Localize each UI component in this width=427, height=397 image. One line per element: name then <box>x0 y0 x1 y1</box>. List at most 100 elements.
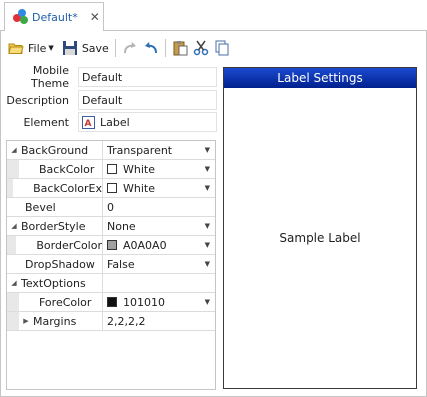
save-button[interactable]: Save <box>62 38 109 58</box>
toolbar: File ▼ Save <box>8 38 230 58</box>
dropdown-arrow-icon[interactable]: ▼ <box>205 241 210 249</box>
dropdown-arrow-icon[interactable]: ▼ <box>205 222 210 230</box>
element-row: Element A Label <box>0 112 217 132</box>
property-value: A0A0A0 <box>123 238 167 252</box>
property-name-cell: DropShadow <box>7 255 103 273</box>
color-swatch <box>107 183 117 193</box>
chevron-down-icon: ▼ <box>48 44 54 52</box>
property-name-cell: ForeColor <box>7 293 103 311</box>
open-folder-icon <box>8 43 24 54</box>
undo-button[interactable] <box>143 38 159 58</box>
property-name: Bevel <box>25 200 56 214</box>
property-value: White <box>123 162 155 176</box>
dropdown-arrow-icon[interactable]: ▼ <box>205 146 210 154</box>
property-value-cell[interactable]: 0 <box>103 198 215 216</box>
indent <box>7 293 19 311</box>
property-value-cell[interactable]: 101010 ▼ <box>103 293 215 311</box>
property-grid: ◢ BackGround Transparent ▼ BackColor Whi… <box>6 140 216 390</box>
description-label: Description <box>6 93 69 107</box>
property-value-cell[interactable]: White ▼ <box>103 179 215 197</box>
paste-button[interactable] <box>172 38 188 58</box>
property-row-backcolor[interactable]: BackColor White ▼ <box>7 160 215 179</box>
file-menu-button[interactable]: File ▼ <box>8 38 54 58</box>
property-name-cell: BackColorEx <box>7 179 103 197</box>
svg-text:A: A <box>85 119 92 129</box>
save-label: Save <box>81 41 109 55</box>
label-preview-panel: Label Settings Sample Label <box>223 67 417 389</box>
property-value: 2,2,2,2 <box>107 314 146 328</box>
property-value-cell[interactable]: 2,2,2,2 <box>103 312 215 330</box>
property-value-cell[interactable]: White ▼ <box>103 160 215 178</box>
document-tabstrip: Default* ✕ <box>0 0 427 31</box>
indent <box>7 236 17 254</box>
collapse-icon[interactable]: ◢ <box>7 279 21 287</box>
redo-button[interactable] <box>122 38 138 58</box>
property-value-cell[interactable]: Transparent ▼ <box>103 141 215 159</box>
label-element-icon: A <box>82 115 95 129</box>
property-name-cell: ◢ BorderStyle <box>7 217 103 235</box>
property-value-cell[interactable]: A0A0A0 ▼ <box>103 236 215 254</box>
property-name-cell: ◢ BackGround <box>7 141 103 159</box>
property-name: BorderColor <box>36 238 102 252</box>
preview-body: Sample Label <box>224 88 416 388</box>
dropdown-arrow-icon[interactable]: ▼ <box>205 298 210 306</box>
property-name: TextOptions <box>21 276 86 290</box>
undo-icon <box>144 42 157 54</box>
dropdown-arrow-icon[interactable]: ▼ <box>205 184 210 192</box>
property-row-textoptions[interactable]: ◢ TextOptions <box>7 274 215 293</box>
property-name: BackColorEx <box>33 181 102 195</box>
element-label: Element <box>23 115 69 129</box>
description-field[interactable]: Default <box>78 90 217 110</box>
sample-label: Sample Label <box>279 231 361 245</box>
dropdown-arrow-icon[interactable]: ▼ <box>205 165 210 173</box>
dropdown-arrow-icon[interactable]: ▼ <box>205 260 210 268</box>
property-row-background[interactable]: ◢ BackGround Transparent ▼ <box>7 141 215 160</box>
property-value-cell[interactable]: None ▼ <box>103 217 215 235</box>
expand-icon[interactable]: ▶ <box>19 317 33 325</box>
property-name-cell: Bevel <box>7 198 103 216</box>
cut-button[interactable] <box>193 38 209 58</box>
property-row-margins[interactable]: ▶ Margins 2,2,2,2 <box>7 312 215 331</box>
element-value: Label <box>100 115 130 129</box>
app-logo-icon <box>13 9 29 25</box>
mobile-theme-field[interactable]: Default <box>78 67 217 87</box>
property-name: BackGround <box>21 143 89 157</box>
property-name: Margins <box>33 314 77 328</box>
indent <box>7 160 19 178</box>
property-name: ForeColor <box>39 295 92 309</box>
property-name-cell: BorderColor <box>7 236 103 254</box>
property-name-cell: BackColor <box>7 160 103 178</box>
property-value: 101010 <box>123 295 165 309</box>
description-row: Description Default <box>0 90 217 110</box>
property-name-cell: ▶ Margins <box>7 312 103 330</box>
property-name-cell: ◢ TextOptions <box>7 274 103 292</box>
color-swatch <box>107 240 117 250</box>
property-name: BorderStyle <box>21 219 86 233</box>
description-value: Default <box>82 93 123 107</box>
element-field[interactable]: A Label <box>78 112 217 132</box>
property-row-bevel[interactable]: Bevel 0 <box>7 198 215 217</box>
property-row-bordercolor[interactable]: BorderColor A0A0A0 ▼ <box>7 236 215 255</box>
cut-icon <box>193 40 209 56</box>
mobile-theme-label: Mobile Theme <box>31 64 69 90</box>
property-value: Transparent <box>107 143 173 157</box>
collapse-icon[interactable]: ◢ <box>7 222 21 230</box>
property-row-dropshadow[interactable]: DropShadow False ▼ <box>7 255 215 274</box>
tab-default[interactable]: Default* ✕ <box>4 2 104 31</box>
property-value-cell[interactable]: False ▼ <box>103 255 215 273</box>
close-icon[interactable]: ✕ <box>90 10 100 24</box>
color-swatch <box>107 297 117 307</box>
paste-icon <box>173 41 188 56</box>
copy-button[interactable] <box>214 38 230 58</box>
property-row-forecolor[interactable]: ForeColor 101010 ▼ <box>7 293 215 312</box>
property-name: DropShadow <box>25 257 95 271</box>
toolbar-separator <box>164 39 166 57</box>
property-value-cell[interactable] <box>103 274 215 292</box>
tab-title: Default* <box>32 10 78 24</box>
redo-icon <box>123 42 136 54</box>
property-row-backcolorex[interactable]: BackColorEx White ▼ <box>7 179 215 198</box>
mobile-theme-value: Default <box>82 70 123 84</box>
property-row-borderstyle[interactable]: ◢ BorderStyle None ▼ <box>7 217 215 236</box>
property-name: BackColor <box>39 162 95 176</box>
collapse-icon[interactable]: ◢ <box>7 146 21 154</box>
